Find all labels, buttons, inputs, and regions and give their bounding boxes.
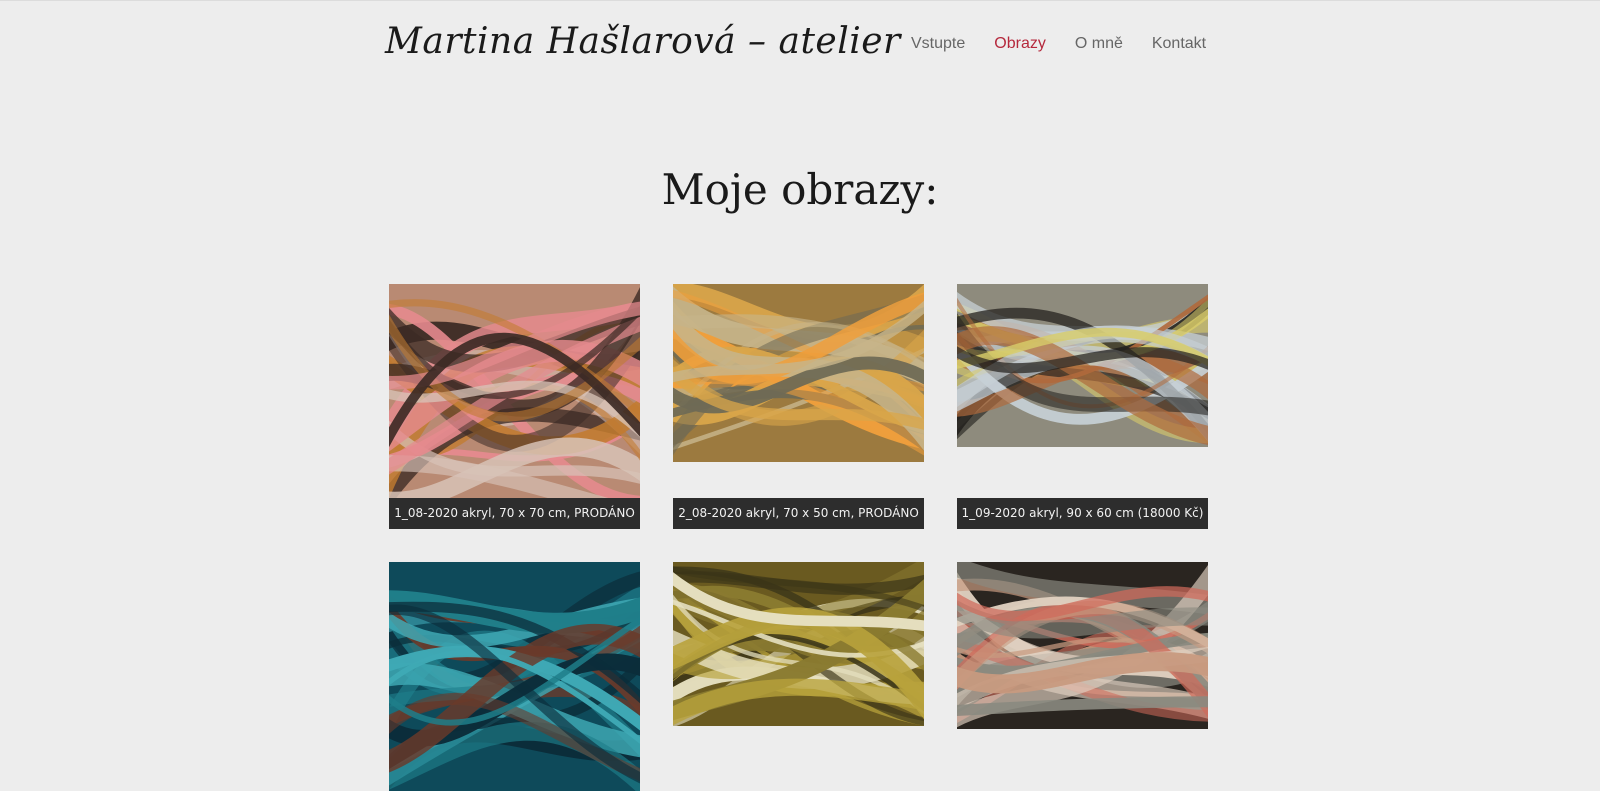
painting-artwork bbox=[389, 284, 640, 529]
painting-artwork bbox=[957, 284, 1208, 447]
nav-item-vstupte[interactable]: Vstupte bbox=[911, 35, 965, 53]
painting-6-image[interactable] bbox=[957, 562, 1208, 729]
painting-5-image[interactable] bbox=[673, 562, 924, 726]
painting-3-image[interactable] bbox=[957, 284, 1208, 447]
page-heading: Moje obrazy: bbox=[661, 165, 939, 214]
nav-item-obrazy[interactable]: Obrazy bbox=[994, 35, 1046, 53]
site-title[interactable]: Martina Hašlarová – atelier bbox=[385, 21, 901, 62]
main-nav: Vstupte Obrazy O mně Kontakt bbox=[911, 35, 1206, 53]
painting-1-caption: 1_08-2020 akryl, 70 x 70 cm, PRODÁNO bbox=[389, 498, 640, 529]
nav-item-kontakt[interactable]: Kontakt bbox=[1152, 35, 1206, 53]
nav-item-o-mne[interactable]: O mně bbox=[1075, 35, 1123, 53]
painting-4-image[interactable] bbox=[389, 562, 640, 791]
painting-artwork bbox=[389, 562, 640, 791]
painting-artwork bbox=[957, 562, 1208, 729]
painting-3-caption: 1_09-2020 akryl, 90 x 60 cm (18000 Kč) bbox=[957, 498, 1208, 529]
painting-2-caption: 2_08-2020 akryl, 70 x 50 cm, PRODÁNO bbox=[673, 498, 924, 529]
painting-artwork bbox=[673, 284, 924, 462]
painting-artwork bbox=[673, 562, 924, 726]
painting-1-image[interactable] bbox=[389, 284, 640, 529]
painting-2-image[interactable] bbox=[673, 284, 924, 462]
